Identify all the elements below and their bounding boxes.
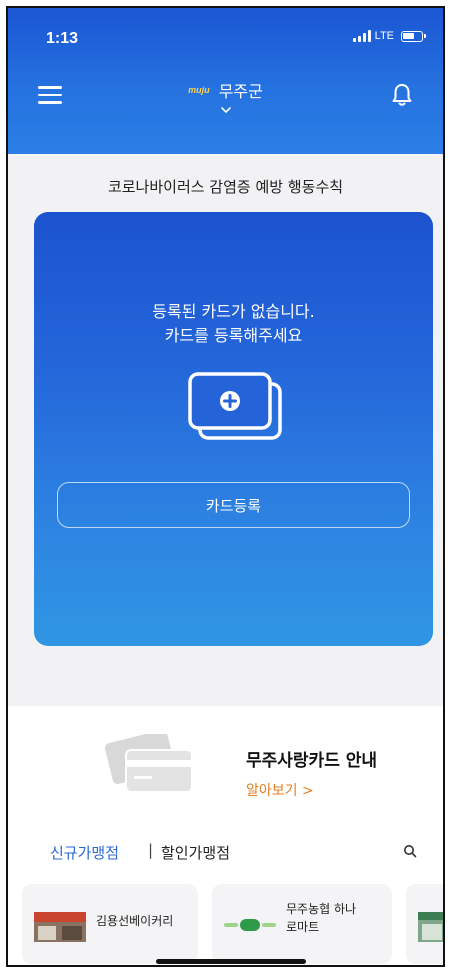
learn-more-link[interactable]: 알아보기 > — [246, 780, 314, 800]
brand-logo: muju — [188, 85, 210, 95]
chevron-down-icon[interactable] — [220, 104, 232, 116]
battery-icon — [401, 30, 426, 42]
region-selector[interactable]: muju 무주군 — [8, 78, 443, 102]
store-name: 김용선베이커리 — [96, 914, 174, 928]
tab-discount-stores[interactable]: 할인가맹점 — [161, 842, 230, 863]
card-illustration-icon — [104, 734, 193, 793]
card-panel: 등록된 카드가 없습니다. 카드를 등록해주세요 카드등록 — [34, 212, 433, 646]
network-label: LTE — [374, 30, 394, 42]
storefront-thumbnail — [34, 912, 86, 942]
signal-icon — [352, 30, 371, 42]
region-name: 무주군 — [218, 82, 263, 101]
register-card-button[interactable]: 카드등록 — [57, 482, 410, 528]
store-name: 무주농협 하나로마트 — [286, 902, 357, 934]
empty-card-message-line2: 카드를 등록해주세요 — [164, 326, 303, 345]
storefront-thumbnail — [418, 912, 443, 942]
app-screen: 1:13 LTE muju 무주군 코로나바이러스 감염증 예방 행동수칙 등록… — [6, 6, 445, 967]
card-info-title: 무주사랑카드 안내 — [246, 751, 378, 771]
store-tabs: 신규가맹점 | 할인가맹점 — [8, 824, 443, 874]
bell-icon[interactable] — [389, 82, 415, 108]
tab-separator: | — [148, 841, 154, 859]
covid-notice-link[interactable]: 코로나바이러스 감염증 예방 행동수칙 — [8, 154, 443, 212]
store-card[interactable] — [406, 884, 443, 964]
status-bar: 1:13 LTE — [8, 8, 443, 52]
store-card[interactable]: 무주농협 하나로마트 — [212, 884, 392, 964]
status-indicators: LTE — [352, 30, 426, 42]
search-icon[interactable] — [403, 844, 417, 858]
store-list: 김용선베이커리 무주농협 하나로마트 — [8, 874, 443, 965]
store-card[interactable]: 김용선베이커리 — [22, 884, 198, 964]
nonghyup-logo — [224, 919, 276, 931]
app-header: 1:13 LTE muju 무주군 — [8, 8, 443, 154]
add-card-icon[interactable] — [186, 372, 284, 442]
card-info-banner[interactable]: 무주사랑카드 안내 알아보기 > — [8, 706, 443, 824]
status-time: 1:13 — [46, 30, 79, 47]
empty-card-message-line1: 등록된 카드가 없습니다. — [152, 302, 315, 321]
home-indicator[interactable] — [156, 959, 306, 964]
tab-new-stores[interactable]: 신규가맹점 — [50, 842, 119, 863]
